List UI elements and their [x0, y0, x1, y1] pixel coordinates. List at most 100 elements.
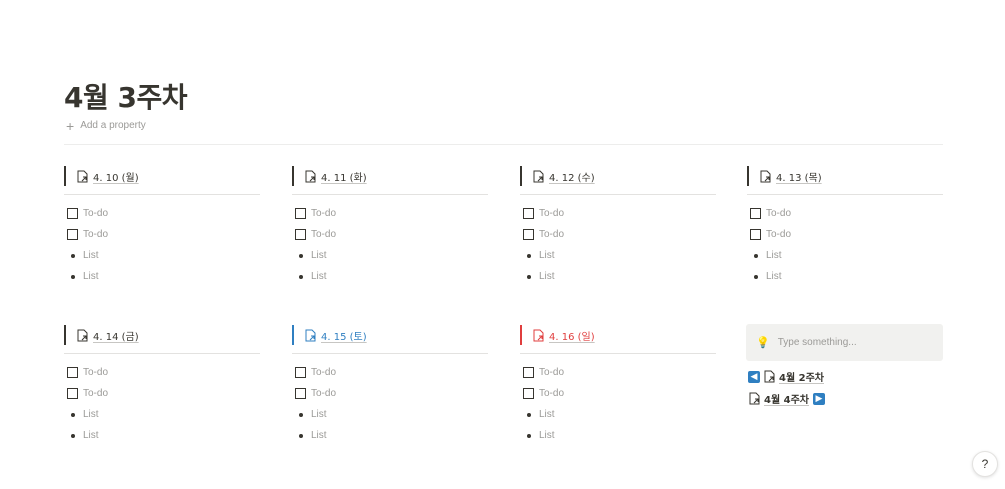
list-placeholder[interactable]: List: [766, 250, 782, 261]
todo-placeholder[interactable]: To-do: [539, 367, 564, 378]
add-property-button[interactable]: + Add a property: [66, 117, 146, 134]
list-item[interactable]: List: [64, 245, 260, 266]
todo-item[interactable]: To-do: [64, 383, 260, 404]
page-link-icon: [304, 329, 317, 342]
day-block-mon: 4. 10 (월) To-do To-do List List: [64, 166, 260, 287]
checkbox[interactable]: [750, 208, 761, 219]
todo-placeholder[interactable]: To-do: [311, 208, 336, 219]
list-placeholder[interactable]: List: [83, 250, 99, 261]
bullet-icon: [754, 253, 758, 258]
list-placeholder[interactable]: List: [83, 430, 99, 441]
checkbox[interactable]: [295, 208, 306, 219]
day-header[interactable]: 4. 13 (목): [747, 166, 943, 186]
todo-item[interactable]: To-do: [64, 362, 260, 383]
list-item[interactable]: List: [64, 425, 260, 446]
page-link-icon: [76, 170, 89, 183]
todo-placeholder[interactable]: To-do: [539, 208, 564, 219]
checkbox[interactable]: [67, 367, 78, 378]
list-placeholder[interactable]: List: [83, 271, 99, 282]
todo-placeholder[interactable]: To-do: [83, 367, 108, 378]
todo-placeholder[interactable]: To-do: [539, 229, 564, 240]
checkbox[interactable]: [67, 388, 78, 399]
next-week-link[interactable]: 4월 4주차 ▶: [748, 391, 825, 406]
list-item[interactable]: List: [747, 266, 943, 287]
checkbox[interactable]: [295, 229, 306, 240]
arrow-left-icon: ◀: [748, 370, 760, 383]
todo-item[interactable]: To-do: [292, 383, 488, 404]
list-item[interactable]: List: [292, 425, 488, 446]
todo-placeholder[interactable]: To-do: [311, 229, 336, 240]
day-header[interactable]: 4. 15 (토): [292, 325, 488, 345]
callout-block[interactable]: 💡 Type something...: [746, 324, 943, 361]
list-placeholder[interactable]: List: [83, 409, 99, 420]
help-button[interactable]: ?: [972, 451, 998, 477]
list-placeholder[interactable]: List: [539, 271, 555, 282]
plus-icon: +: [66, 117, 75, 134]
checkbox[interactable]: [750, 229, 761, 240]
list-placeholder[interactable]: List: [539, 409, 555, 420]
todo-placeholder[interactable]: To-do: [766, 229, 791, 240]
list-item[interactable]: List: [64, 266, 260, 287]
list-item[interactable]: List: [520, 245, 716, 266]
todo-placeholder[interactable]: To-do: [83, 208, 108, 219]
page-link-icon: [532, 329, 545, 342]
checkbox[interactable]: [523, 367, 534, 378]
list-placeholder[interactable]: List: [766, 271, 782, 282]
checkbox[interactable]: [523, 388, 534, 399]
divider: [64, 194, 260, 195]
todo-placeholder[interactable]: To-do: [311, 367, 336, 378]
checkbox[interactable]: [67, 208, 78, 219]
list-placeholder[interactable]: List: [311, 430, 327, 441]
list-placeholder[interactable]: List: [311, 271, 327, 282]
todo-placeholder[interactable]: To-do: [83, 388, 108, 399]
list-placeholder[interactable]: List: [311, 409, 327, 420]
bullet-icon: [71, 433, 75, 438]
checkbox[interactable]: [67, 229, 78, 240]
todo-placeholder[interactable]: To-do: [539, 388, 564, 399]
todo-item[interactable]: To-do: [64, 224, 260, 245]
todo-item[interactable]: To-do: [292, 203, 488, 224]
todo-placeholder[interactable]: To-do: [83, 229, 108, 240]
list-placeholder[interactable]: List: [539, 250, 555, 261]
todo-placeholder[interactable]: To-do: [311, 388, 336, 399]
list-item[interactable]: List: [747, 245, 943, 266]
prev-week-link[interactable]: ◀ 4월 2주차: [748, 369, 824, 384]
list-placeholder[interactable]: List: [539, 430, 555, 441]
checkbox[interactable]: [295, 367, 306, 378]
page-link-icon: [763, 370, 776, 383]
checkbox[interactable]: [523, 208, 534, 219]
todo-item[interactable]: To-do: [520, 224, 716, 245]
todo-item[interactable]: To-do: [747, 203, 943, 224]
callout-placeholder[interactable]: Type something...: [778, 337, 857, 348]
day-label: 4. 14 (금): [93, 331, 139, 343]
bullet-icon: [527, 274, 531, 279]
todo-item[interactable]: To-do: [292, 224, 488, 245]
day-header[interactable]: 4. 12 (수): [520, 166, 716, 186]
list-item[interactable]: List: [292, 266, 488, 287]
day-block-sun: 4. 16 (일) To-do To-do List List: [520, 325, 716, 446]
todo-item[interactable]: To-do: [64, 203, 260, 224]
checkbox[interactable]: [523, 229, 534, 240]
todo-item[interactable]: To-do: [520, 383, 716, 404]
list-item[interactable]: List: [292, 245, 488, 266]
list-item[interactable]: List: [520, 266, 716, 287]
divider: [747, 194, 943, 195]
day-header[interactable]: 4. 14 (금): [64, 325, 260, 345]
list-item[interactable]: List: [64, 404, 260, 425]
todo-item[interactable]: To-do: [520, 203, 716, 224]
day-header[interactable]: 4. 10 (월): [64, 166, 260, 186]
todo-item[interactable]: To-do: [292, 362, 488, 383]
list-placeholder[interactable]: List: [311, 250, 327, 261]
list-item[interactable]: List: [520, 425, 716, 446]
day-header[interactable]: 4. 16 (일): [520, 325, 716, 345]
day-block-tue: 4. 11 (화) To-do To-do List List: [292, 166, 488, 287]
checkbox[interactable]: [295, 388, 306, 399]
todo-item[interactable]: To-do: [747, 224, 943, 245]
todo-item[interactable]: To-do: [520, 362, 716, 383]
list-item[interactable]: List: [520, 404, 716, 425]
todo-placeholder[interactable]: To-do: [766, 208, 791, 219]
bullet-icon: [71, 253, 75, 258]
page-title[interactable]: 4월 3주차: [64, 76, 188, 116]
day-header[interactable]: 4. 11 (화): [292, 166, 488, 186]
list-item[interactable]: List: [292, 404, 488, 425]
